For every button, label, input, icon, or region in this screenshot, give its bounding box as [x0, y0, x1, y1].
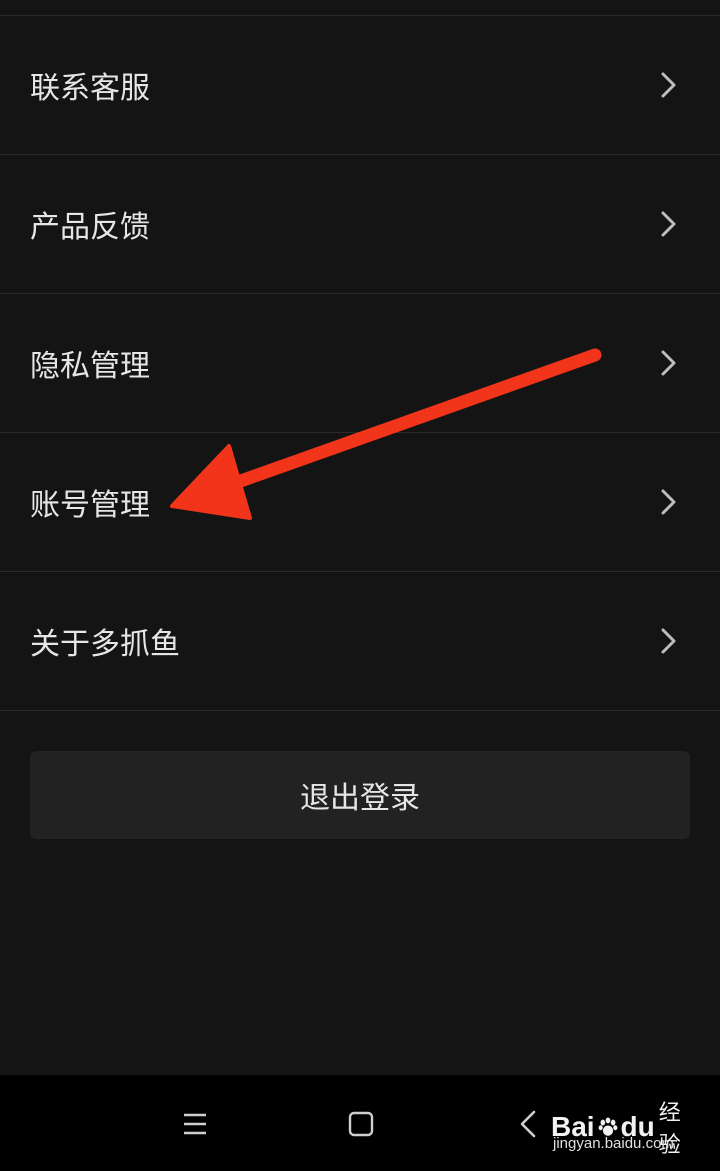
menu-item-privacy-management[interactable]: 隐私管理 — [0, 294, 720, 433]
home-icon[interactable] — [347, 1110, 375, 1138]
menu-item-label: 产品反馈 — [30, 210, 150, 245]
menu-item-label: 联系客服 — [30, 71, 150, 106]
menu-icon[interactable] — [182, 1112, 208, 1136]
chevron-right-icon — [661, 350, 676, 376]
menu-item-label: 隐私管理 — [30, 349, 150, 384]
back-icon[interactable] — [516, 1108, 540, 1140]
chevron-right-icon — [661, 489, 676, 515]
chevron-right-icon — [661, 72, 676, 98]
settings-menu: 联系客服 产品反馈 隐私管理 账号管理 关于多抓鱼 — [0, 16, 720, 711]
watermark-url: jingyan.baidu.com — [553, 1135, 674, 1152]
settings-screen: 联系客服 产品反馈 隐私管理 账号管理 关于多抓鱼 退出登录 Bai du 经验… — [0, 0, 720, 1171]
menu-item-label: 关于多抓鱼 — [30, 627, 180, 662]
menu-item-label: 账号管理 — [30, 488, 150, 523]
menu-item-about[interactable]: 关于多抓鱼 — [0, 572, 720, 711]
menu-item-product-feedback[interactable]: 产品反馈 — [0, 155, 720, 294]
chevron-right-icon — [661, 211, 676, 237]
logout-button[interactable]: 退出登录 — [30, 751, 690, 839]
menu-item-account-management[interactable]: 账号管理 — [0, 433, 720, 572]
chevron-right-icon — [661, 628, 676, 654]
menu-item-contact-support[interactable]: 联系客服 — [0, 16, 720, 155]
baidu-jingyan-watermark: Bai du 经验 jingyan.baidu.com — [551, 1095, 691, 1161]
